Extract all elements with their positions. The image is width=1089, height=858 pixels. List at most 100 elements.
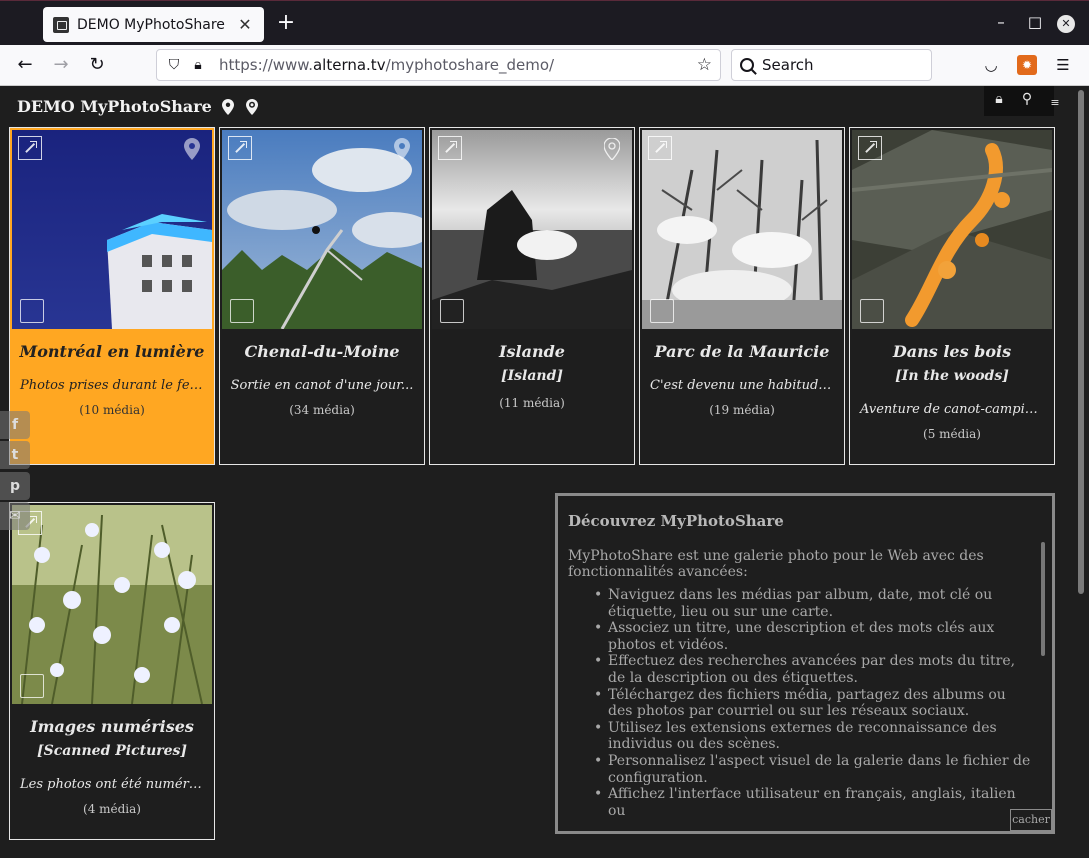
list-item: Personnalisez l'aspect visuel de la gale… bbox=[594, 753, 1033, 786]
album-card[interactable]: Parc de la Mauricie C'est devenu une hab… bbox=[639, 127, 845, 465]
page-header: DEMO MyPhotoShare bbox=[17, 97, 260, 116]
album-title: Images numérises bbox=[30, 717, 194, 736]
lock-icon[interactable]: 🔒︎ bbox=[990, 90, 1008, 108]
album-caption: Images numérises [Scanned Pictures] Les … bbox=[10, 707, 214, 816]
url-bar[interactable]: ⛉ 🔒︎ https://www.alterna.tv/myphotoshare… bbox=[156, 49, 721, 81]
album-subtitle: [Scanned Pictures] bbox=[36, 743, 188, 759]
browser-tab[interactable]: DEMO MyPhotoShare ✕ bbox=[43, 7, 264, 42]
album-thumbnail[interactable] bbox=[12, 130, 212, 329]
browser-tab-bar: DEMO MyPhotoShare ✕ + – □ ✕ bbox=[0, 0, 1089, 45]
search-bar[interactable]: Search bbox=[731, 49, 932, 81]
map-pin-icon[interactable] bbox=[184, 138, 200, 160]
album-media-count: (19 média) bbox=[709, 403, 775, 417]
select-checkbox[interactable] bbox=[230, 299, 254, 323]
twitter-share-button[interactable]: t bbox=[0, 441, 30, 469]
email-share-button[interactable]: ✉ bbox=[0, 502, 30, 530]
album-description: Aventure de canot-campin... bbox=[860, 402, 1046, 417]
extension-icon[interactable]: ✹ bbox=[1017, 55, 1037, 75]
list-item: Associez un titre, une description et de… bbox=[594, 620, 1033, 653]
album-description: Sortie en canot d'une jour... bbox=[230, 378, 414, 393]
map-pin-icon[interactable] bbox=[394, 138, 410, 160]
album-card[interactable]: Chenal-du-Moine Sortie en canot d'une jo… bbox=[219, 127, 425, 465]
pinterest-share-button[interactable]: p bbox=[0, 472, 30, 500]
reload-icon[interactable]: ↻ bbox=[84, 53, 110, 77]
menu-icon[interactable]: ≡ bbox=[1050, 94, 1060, 112]
close-window-icon[interactable]: ✕ bbox=[1057, 15, 1075, 33]
list-item: Utilisez les extensions externes de reco… bbox=[594, 720, 1033, 753]
album-description: Photos prises durant le fes... bbox=[20, 378, 209, 393]
bookmark-star-icon[interactable]: ☆ bbox=[697, 56, 712, 74]
info-title: Découvrez MyPhotoShare bbox=[568, 512, 784, 530]
album-media-count: (4 média) bbox=[83, 802, 141, 816]
album-title: Islande bbox=[499, 342, 565, 361]
open-album-icon[interactable] bbox=[648, 136, 672, 160]
map-pin-icon[interactable] bbox=[221, 99, 234, 115]
info-panel: Découvrez MyPhotoShare MyPhotoShare est … bbox=[555, 493, 1055, 834]
search-placeholder: Search bbox=[762, 56, 814, 74]
album-thumbnail[interactable] bbox=[642, 130, 842, 329]
album-card[interactable]: Dans les bois [In the woods] Aventure de… bbox=[849, 127, 1055, 465]
album-thumbnail[interactable] bbox=[432, 130, 632, 329]
album-title: Chenal-du-Moine bbox=[244, 342, 400, 361]
album-title: Parc de la Mauricie bbox=[654, 342, 830, 361]
select-checkbox[interactable] bbox=[20, 674, 44, 698]
page-scrollbar-thumb[interactable] bbox=[1078, 90, 1084, 594]
info-scrollbar[interactable] bbox=[1041, 542, 1045, 656]
map-pins-icon[interactable] bbox=[244, 99, 260, 115]
album-media-count: (34 média) bbox=[289, 403, 355, 417]
select-checkbox[interactable] bbox=[650, 299, 674, 323]
album-subtitle: [In the woods] bbox=[895, 368, 1009, 384]
open-album-icon[interactable] bbox=[438, 136, 462, 160]
page-content: DEMO MyPhotoShare 🔒︎ ⚲ ≡ Montréal en lum… bbox=[0, 86, 1089, 858]
album-thumbnail[interactable] bbox=[852, 130, 1052, 329]
album-title: Montréal en lumière bbox=[19, 342, 205, 361]
gallery-title[interactable]: DEMO MyPhotoShare bbox=[17, 97, 212, 116]
search-icon[interactable]: ⚲ bbox=[1018, 90, 1036, 108]
info-intro: MyPhotoShare est une galerie photo pour … bbox=[568, 548, 984, 580]
album-card[interactable]: Islande [Island] (11 média) bbox=[429, 127, 635, 465]
album-subtitle: [Island] bbox=[500, 368, 564, 384]
info-feature-list: Naviguez dans les médias par album, date… bbox=[594, 587, 1033, 819]
minimize-icon[interactable]: – bbox=[991, 13, 1011, 31]
list-item: Téléchargez des fichiers média, partagez… bbox=[594, 687, 1033, 720]
album-caption: Islande [Island] (11 média) bbox=[430, 332, 634, 410]
search-icon bbox=[740, 58, 754, 72]
open-album-icon[interactable] bbox=[858, 136, 882, 160]
album-description: C'est devenu une habitude... bbox=[650, 378, 839, 393]
tab-close-icon[interactable]: ✕ bbox=[236, 15, 254, 34]
pocket-icon[interactable]: ◡ bbox=[981, 55, 1001, 75]
open-album-icon[interactable] bbox=[18, 136, 42, 160]
album-title: Dans les bois bbox=[892, 342, 1012, 361]
open-album-icon[interactable] bbox=[228, 136, 252, 160]
album-card[interactable]: Montréal en lumière Photos prises durant… bbox=[9, 127, 215, 465]
maximize-icon[interactable]: □ bbox=[1025, 13, 1045, 31]
select-checkbox[interactable] bbox=[440, 299, 464, 323]
tab-title: DEMO MyPhotoShare bbox=[77, 16, 225, 33]
forward-arrow-icon[interactable]: → bbox=[48, 53, 74, 77]
album-thumbnail[interactable] bbox=[222, 130, 422, 329]
shield-icon[interactable]: ⛉ bbox=[165, 56, 183, 74]
list-item: Naviguez dans les médias par album, date… bbox=[594, 587, 1033, 620]
album-caption: Chenal-du-Moine Sortie en canot d'une jo… bbox=[220, 332, 424, 417]
hide-button[interactable]: cacher bbox=[1010, 809, 1052, 831]
top-toolbar: 🔒︎ ⚲ ≡ bbox=[984, 86, 1060, 116]
facebook-share-button[interactable]: f bbox=[0, 411, 30, 439]
album-description: Les photos ont été numéri... bbox=[20, 777, 206, 792]
select-checkbox[interactable] bbox=[860, 299, 884, 323]
album-card[interactable]: Images numérises [Scanned Pictures] Les … bbox=[9, 502, 215, 840]
select-checkbox[interactable] bbox=[20, 299, 44, 323]
back-arrow-icon[interactable]: ← bbox=[12, 53, 38, 77]
album-caption: Montréal en lumière Photos prises durant… bbox=[10, 332, 214, 417]
hamburger-menu-icon[interactable]: ☰ bbox=[1053, 55, 1073, 75]
lock-icon[interactable]: 🔒︎ bbox=[189, 56, 207, 74]
browser-nav-bar: ← → ↻ ⛉ 🔒︎ https://www.alterna.tv/myphot… bbox=[0, 45, 1089, 86]
new-tab-button[interactable]: + bbox=[275, 12, 297, 34]
album-media-count: (11 média) bbox=[499, 396, 565, 410]
album-media-count: (10 média) bbox=[79, 403, 145, 417]
favicon-icon bbox=[53, 16, 69, 33]
album-media-count: (5 média) bbox=[923, 427, 981, 441]
album-caption: Dans les bois [In the woods] Aventure de… bbox=[850, 332, 1054, 441]
url-text[interactable]: https://www.alterna.tv/myphotoshare_demo… bbox=[219, 56, 554, 74]
album-thumbnail[interactable] bbox=[12, 505, 212, 704]
map-pin-icon[interactable] bbox=[604, 138, 620, 160]
